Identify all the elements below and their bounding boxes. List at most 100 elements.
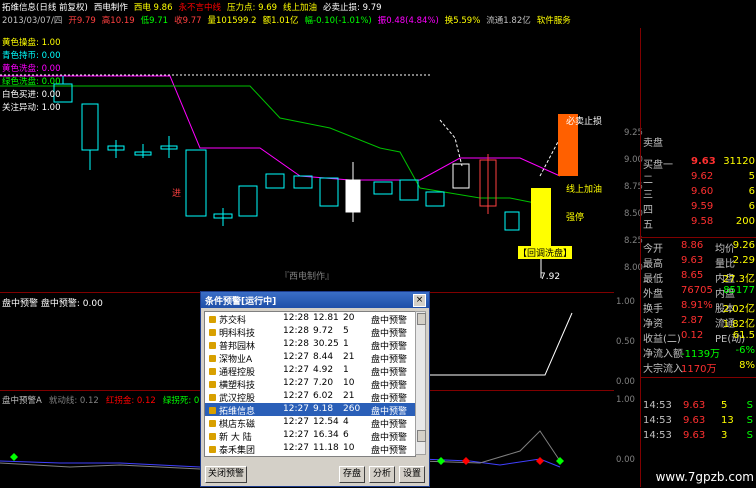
alert-count: 10	[343, 378, 355, 388]
alert-time: 12:27	[283, 404, 309, 414]
header-field: 必卖止损: 9.79	[323, 3, 382, 13]
header-field: 额1.01亿	[262, 16, 299, 26]
alert-price: 9.18	[313, 404, 334, 414]
alert-count: 21	[343, 391, 355, 401]
close-alert-button[interactable]: 关闭预警	[205, 466, 247, 483]
bid-volume: 31120	[723, 156, 755, 167]
legend-item: 青色持币: 0.00	[2, 51, 61, 61]
header-field: 振0.48(4.84%)	[377, 16, 439, 26]
alert-count: 6	[343, 430, 349, 440]
alert-row[interactable]: 通程控股 12:27 4.92 1 盘中预警	[205, 364, 415, 378]
header-field: 2013/03/07/四	[2, 16, 63, 26]
watermark: www.7gpzb.com	[655, 470, 754, 484]
stat-value: 9.26	[732, 240, 755, 251]
divider	[641, 237, 756, 238]
header-field: 低9.71	[140, 16, 169, 26]
alert-price: 9.72	[313, 326, 334, 336]
header-field: 流通1.82亿	[486, 16, 531, 26]
dialog-title-bar[interactable]: 条件预警[运行中] ×	[201, 292, 429, 308]
stat-label: 收益(二)	[643, 334, 681, 345]
alert-time: 12:27	[283, 365, 309, 375]
tick-price: 9.63	[683, 430, 706, 441]
bid-level-label: 买盘一	[643, 160, 673, 171]
header-field: 拓维信息(日线 前复权)	[2, 3, 88, 13]
alert-type: 盘中预警	[371, 446, 408, 456]
alert-icon	[209, 381, 216, 388]
tick-side: S	[746, 415, 753, 426]
alert-list[interactable]: 苏交科 12:28 12.81 20 盘中预警 明科科技 12:28 9.72 5 盘中预警 普邦园…	[204, 311, 416, 457]
main-kline-chart[interactable]: 黄色操盘: 1.00 青色持币: 0.00 黄色洗盘: 0.00 绿色洗盘: 0.00…	[0, 28, 614, 290]
alert-price: 4.92	[313, 365, 334, 375]
stat-value: 8%	[739, 360, 755, 371]
label-jin: 进	[172, 189, 182, 199]
header-field: 西电 9.86	[133, 3, 173, 13]
stat-label: 大宗流入	[643, 364, 683, 375]
settings-button[interactable]: 设置	[399, 466, 425, 483]
condition-alert-dialog: 条件预警[运行中] × 苏交科 12:28 12.81 20 盘中预警 明科科技 12:28…	[200, 291, 430, 487]
price-axis: 9.25 9.00 8.75 8.50 8.25 8.00	[614, 28, 643, 290]
alert-time: 12:28	[283, 339, 309, 349]
save-button[interactable]: 存盘	[339, 466, 365, 483]
stat-value: 2.87	[681, 315, 704, 326]
tick-time: 14:53	[643, 415, 672, 426]
alert-time: 12:27	[283, 443, 309, 453]
alert-count: 1	[343, 339, 349, 349]
legend-item: 绿色洗盘: 0.00	[2, 77, 61, 87]
bid-volume: 6	[748, 201, 755, 212]
header-field: 量101599.2	[207, 16, 257, 26]
alert-row[interactable]: 深物业A 12:27 8.44 21 盘中预警	[205, 351, 415, 365]
stat-value: 61.5	[732, 330, 755, 341]
bid-price: 9.59	[691, 201, 714, 212]
bid-volume: 200	[735, 216, 755, 227]
stat-value: 8.86	[681, 240, 704, 251]
header-field: 压力点: 9.69	[227, 3, 278, 13]
stat-value: 2.29	[732, 255, 755, 266]
legend-item: 关注异动: 1.00	[2, 103, 61, 113]
tick-volume: 13	[721, 415, 734, 426]
stat-label: 换手	[643, 304, 663, 315]
header-field: 开9.79	[68, 16, 96, 26]
label-made-by: 『西电制作』	[280, 272, 335, 282]
label-strong: 强停	[566, 213, 585, 223]
alert-row[interactable]: 泰禾集团 12:27 11.18 10 盘中预警	[205, 442, 415, 456]
tick-time: 14:53	[643, 400, 672, 411]
bid-price: 9.58	[691, 216, 714, 227]
label-line-up: 线上加油	[566, 185, 603, 195]
alert-time: 12:28	[283, 313, 309, 323]
stat-value: -6%	[735, 345, 755, 356]
header-field: 线上加油	[283, 3, 318, 13]
ask-label: 卖盘	[643, 138, 663, 149]
alert-count: 260	[343, 404, 361, 414]
legend-item: 黄色洗盘: 0.00	[2, 64, 61, 74]
bid-level-label: 四	[643, 205, 653, 216]
alert-row[interactable]: 拓维信息 12:27 9.18 260 盘中预警	[205, 403, 415, 417]
alert-row[interactable]: 新 大 陆 12:27 16.34 6 盘中预警	[205, 429, 415, 443]
tick-price: 9.63	[683, 415, 706, 426]
header-line-1: 拓维信息(日线 前复权) 西电制作 西电 9.86 永不言中线 压力点: 9.69 线上加…	[2, 1, 388, 13]
alert-row[interactable]: 普邦园林 12:28 30.25 1 盘中预警	[205, 338, 415, 352]
subchart-scale: 1.00	[616, 297, 635, 307]
tick-side: S	[746, 400, 753, 411]
alert-icon	[209, 407, 216, 414]
stat-value: 1170万	[681, 364, 717, 375]
alert-row[interactable]: 明科科技 12:28 9.72 5 盘中预警	[205, 325, 415, 339]
tick-time: 14:53	[643, 430, 672, 441]
alert-row[interactable]: 横塑科技 12:27 7.20 10 盘中预警	[205, 377, 415, 391]
stat-value: 8.65	[681, 270, 704, 281]
alert-icon	[209, 446, 216, 453]
alert-price: 16.34	[313, 430, 339, 440]
indicator-legend: 黄色操盘: 1.00 青色持币: 0.00 黄色洗盘: 0.00 绿色洗盘: 0.00…	[2, 36, 61, 114]
alert-time: 12:27	[283, 417, 309, 427]
analyze-button[interactable]: 分析	[369, 466, 395, 483]
alert-time: 12:27	[283, 391, 309, 401]
alert-row[interactable]: 棋店东磁 12:27 12.54 4 盘中预警	[205, 416, 415, 430]
alert-list-scrollbar[interactable]	[415, 311, 426, 455]
bid-volume: 6	[748, 186, 755, 197]
close-icon[interactable]: ×	[413, 294, 426, 307]
stat-value: 9.63	[681, 255, 704, 266]
alert-stock-name: 泰禾集团	[219, 446, 256, 456]
alert-row[interactable]: 苏交科 12:28 12.81 20 盘中预警	[205, 312, 415, 326]
alert-price: 12.81	[313, 313, 339, 323]
stat-value: 1.82亿	[722, 319, 755, 330]
alert-row[interactable]: 武汉控股 12:27 6.02 21 盘中预警	[205, 390, 415, 404]
